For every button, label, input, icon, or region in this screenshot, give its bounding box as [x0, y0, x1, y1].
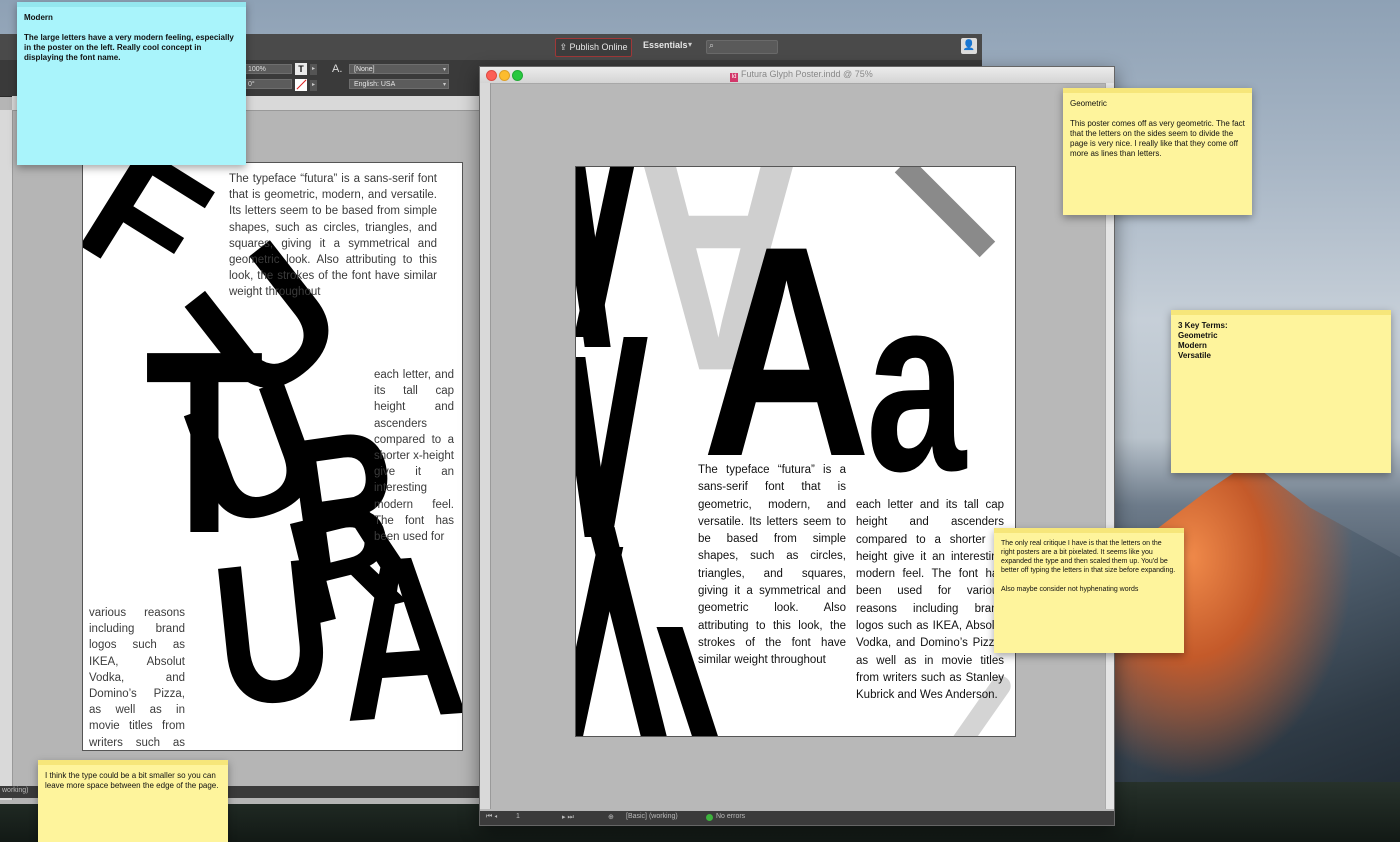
indesign-doc-icon: Id — [730, 73, 738, 82]
stroke-arrow[interactable]: ▸ — [310, 80, 317, 91]
key-term: Versatile — [1178, 351, 1211, 360]
search-input[interactable]: ⌕ — [706, 40, 778, 54]
status-ok-icon — [706, 814, 713, 821]
sticky-note-geometric[interactable]: Geometric This poster comes off as very … — [1063, 88, 1252, 215]
text-frame-icon[interactable]: T — [295, 63, 307, 75]
minimize-window-button[interactable] — [499, 70, 510, 81]
poster-glyph-uppercase: A — [702, 183, 871, 519]
key-term: Geometric — [1178, 331, 1218, 340]
vertical-ruler — [480, 83, 491, 809]
character-style-icon: A. — [332, 63, 343, 75]
left-letter-stroke — [588, 337, 648, 537]
next-page-icon[interactable]: ▸ ⏭ — [562, 813, 574, 822]
preflight-icon: ⊕ — [608, 814, 614, 821]
sticky-body: I think the type could be a bit smaller … — [45, 771, 219, 790]
sticky-body: The only real critique I have is that th… — [1001, 540, 1176, 574]
sticky-note-critique[interactable]: The only real critique I have is that th… — [994, 528, 1184, 653]
poster-body-text-right[interactable]: each letter and its tall cap height and … — [856, 497, 1004, 705]
scale-field[interactable]: 100% — [244, 64, 292, 74]
sticky-title: Geometric — [1070, 99, 1107, 108]
language-dropdown[interactable]: English: USA ▾ — [349, 79, 449, 89]
vertical-ruler — [0, 110, 13, 800]
close-window-button[interactable] — [486, 70, 497, 81]
poster-body-text-left[interactable]: The typeface “futura” is a sans-serif fo… — [698, 462, 846, 670]
first-page-icon[interactable]: ⏮ ◂ — [486, 813, 497, 821]
sticky-body: This poster comes off as very geometric.… — [1070, 119, 1245, 158]
zoom-window-button[interactable] — [512, 70, 523, 81]
preflight-profile[interactable]: [Basic] (working) — [626, 813, 678, 820]
poster-body-text-middle[interactable]: each letter, and its tall cap height and… — [374, 367, 454, 545]
left-poster-page[interactable]: F U T U R U R A The typeface “futura” is… — [82, 162, 463, 751]
key-term: Modern — [1178, 341, 1207, 350]
preflight-status[interactable]: No errors — [716, 813, 745, 820]
document-title: Id Futura Glyph Poster.indd @ 75% — [730, 69, 873, 82]
fill-arrow[interactable]: ▸ — [310, 64, 317, 75]
sticky-note-key-terms[interactable]: 3 Key Terms: Geometric Modern Versatile — [1171, 310, 1391, 473]
sticky-note-modern[interactable]: Modern The large letters have a very mod… — [17, 2, 246, 165]
right-poster-page[interactable]: A A a The typeface “futura” is a sans-se… — [575, 166, 1016, 737]
poster-glyph-lowercase: a — [866, 244, 967, 523]
search-icon: ⌕ — [709, 40, 715, 50]
sticky-body: The large letters have a very modern fee… — [24, 33, 234, 62]
chevron-down-icon: ▾ — [442, 82, 446, 88]
poster-body-text-bottom[interactable]: various reasons including brand logos su… — [89, 605, 185, 750]
sticky-body-extra: Also maybe consider not hyphenating word… — [1001, 586, 1139, 593]
status-bar: ⏮ ◂ 1 ▸ ⏭ ⊕ [Basic] (working) No errors — [480, 811, 1114, 825]
workspace-switcher[interactable]: Essentials — [643, 40, 688, 50]
publish-online-button[interactable]: ⇪ Publish Online — [555, 38, 632, 57]
character-style-dropdown[interactable]: [None] ▾ — [349, 64, 449, 74]
no-stroke-icon[interactable] — [295, 79, 307, 91]
sticky-title: Modern — [24, 13, 53, 22]
share-icon: ⇪ — [559, 42, 570, 52]
sticky-title: 3 Key Terms: — [1178, 321, 1228, 330]
poster-body-text-top[interactable]: The typeface “futura” is a sans-serif fo… — [229, 171, 437, 301]
poster-letter-a: A — [330, 504, 463, 751]
window-titlebar[interactable]: Id Futura Glyph Poster.indd @ 75% — [480, 67, 1114, 84]
angle-field[interactable]: 0° — [244, 79, 292, 89]
page-number-field[interactable]: 1 — [516, 813, 520, 820]
user-icon[interactable]: 👤 — [961, 38, 977, 54]
chevron-down-icon: ▾ — [442, 67, 446, 73]
chevron-down-icon[interactable]: ▾ — [688, 40, 692, 49]
sticky-note-smaller-type[interactable]: I think the type could be a bit smaller … — [38, 760, 228, 842]
